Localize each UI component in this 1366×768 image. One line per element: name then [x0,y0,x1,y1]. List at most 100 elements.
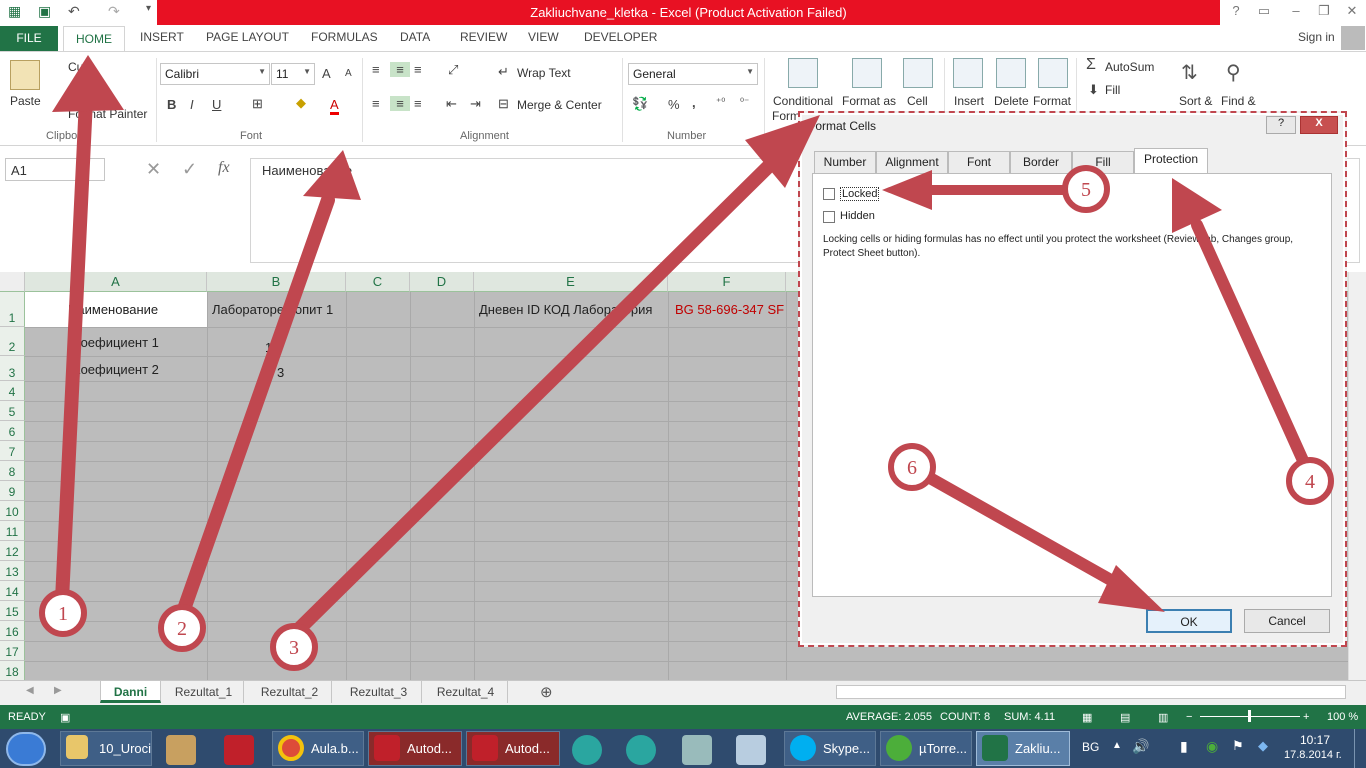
row-header[interactable]: 6 [0,421,25,441]
conditional-formatting-button[interactable]: Conditional [773,94,833,108]
paste-button[interactable]: Paste [10,94,41,108]
tab-home[interactable]: HOME [63,26,125,52]
calculator-icon[interactable] [682,735,712,765]
increase-indent-icon[interactable]: ⇥ [470,96,481,112]
col-header-b[interactable]: B [207,272,346,292]
cell-a1[interactable]: Наименование [68,302,158,317]
language-indicator[interactable]: BG [1082,740,1099,754]
align-middle-icon[interactable]: ≡ [390,62,410,77]
align-center-icon[interactable]: ≡ [390,96,410,111]
row-header[interactable]: 16 [0,621,25,641]
decrease-decimal-icon[interactable]: ⁰⁻ [740,97,749,108]
start-button[interactable] [6,732,46,766]
font-color-button[interactable]: A [330,97,339,115]
cell-f1[interactable]: BG 58-696-347 SF [675,302,784,317]
redo-icon[interactable]: ↷ [108,3,120,20]
decrease-indent-icon[interactable]: ⇤ [446,96,457,112]
row-header[interactable]: 18 [0,661,25,680]
tab-fill[interactable]: Fill [1072,151,1134,174]
align-top-icon[interactable]: ≡ [372,62,380,77]
network-icon[interactable]: ▮ [1180,738,1188,755]
format-cells-button[interactable]: Format [1033,94,1071,108]
row-header[interactable]: 10 [0,501,25,521]
row-header[interactable]: 3 [0,356,25,381]
format-as-table-button[interactable]: Format as [842,94,896,108]
increase-decimal-icon[interactable]: ⁺⁰ [716,97,725,108]
insert-cells-button[interactable]: Insert [954,94,984,108]
sheet-tab-danni[interactable]: Danni [100,681,161,703]
ribbon-display-icon[interactable]: ▭ [1254,3,1274,21]
delete-cells-button[interactable]: Delete [994,94,1029,108]
ok-button[interactable]: OK [1146,609,1232,633]
page-break-view-icon[interactable]: ▥ [1158,711,1168,724]
row-header[interactable]: 4 [0,381,25,401]
row-header[interactable]: 5 [0,401,25,421]
sign-in-link[interactable]: Sign in [1298,30,1335,44]
row-header[interactable]: 1 [0,292,25,327]
cell-b3[interactable]: 3 [277,365,284,380]
merge-center-button[interactable]: Merge & Center [517,98,602,112]
cell-a3[interactable]: Коефициент 2 [73,362,159,377]
normal-view-icon[interactable]: ▦ [1082,711,1092,724]
fill-button[interactable]: Fill [1105,83,1120,97]
cell-e1[interactable]: Дневен ID КОД Лаборатория [479,302,667,317]
row-header[interactable]: 9 [0,481,25,501]
select-all-corner[interactable] [0,272,25,292]
tab-data[interactable]: DATA [400,30,430,44]
orientation-icon[interactable]: ⤢ [448,62,458,78]
row-header[interactable]: 12 [0,541,25,561]
dialog-help-button[interactable]: ? [1266,116,1296,134]
help-icon[interactable]: ? [1226,3,1246,21]
zoom-level[interactable]: 100 % [1327,711,1358,723]
scroll-left-icon[interactable]: ◀ [26,685,34,696]
avatar[interactable] [1341,26,1365,50]
tab-font[interactable]: Font [948,151,1010,174]
number-format-combo[interactable]: General ▼ [628,63,758,85]
font-name-combo[interactable]: Calibri ▼ [160,63,270,85]
wrap-text-button[interactable]: Wrap Text [517,66,571,80]
tab-border[interactable]: Border [1010,151,1072,174]
restore-icon[interactable]: ❐ [1314,3,1334,21]
row-header[interactable]: 2 [0,327,25,356]
dropbox-icon[interactable]: ◆ [1258,738,1268,754]
locked-checkbox[interactable] [823,188,835,200]
row-header[interactable]: 17 [0,641,25,661]
tab-formulas[interactable]: FORMULAS [311,30,378,44]
font-size-combo[interactable]: 11 ▼ [271,63,315,85]
undo-icon[interactable]: ↶ [68,3,80,20]
zoom-out-icon[interactable]: − [1186,711,1192,723]
row-header[interactable]: 15 [0,601,25,621]
tab-view[interactable]: VIEW [528,30,559,44]
copy-button[interactable]: C [68,84,77,98]
utorrent-tray-icon[interactable]: ◉ [1206,738,1218,755]
scroll-right-icon[interactable]: ▶ [54,685,62,696]
col-header-e[interactable]: E [474,272,668,292]
underline-button[interactable]: U [212,97,221,112]
tab-number[interactable]: Number [814,151,876,174]
cell-b1[interactable]: Лабораторен опит 1 [212,302,344,317]
cell-styles-button[interactable]: Cell [907,94,928,108]
cancel-icon[interactable]: ✕ [146,159,161,180]
hidden-checkbox[interactable] [823,211,835,223]
sheet-tab-rezultat-3[interactable]: Rezultat_3 [336,681,422,703]
autosum-button[interactable]: AutoSum [1105,60,1154,74]
row-header[interactable]: 13 [0,561,25,581]
sheet-tab-rezultat-4[interactable]: Rezultat_4 [424,681,508,703]
macro-record-icon[interactable]: ▣ [60,711,70,724]
col-header-f[interactable]: F [668,272,786,292]
vertical-scrollbar[interactable] [1348,272,1366,680]
recycle-icon-2[interactable] [626,735,656,765]
dialog-close-button[interactable]: X [1300,116,1338,134]
cancel-button[interactable]: Cancel [1244,609,1330,633]
action-center-flag-icon[interactable]: ⚑ [1232,738,1244,754]
tab-alignment[interactable]: Alignment [876,151,948,174]
clock-time[interactable]: 10:17 [1300,733,1330,747]
hidden-label[interactable]: Hidden [840,210,875,222]
paste-icon[interactable] [10,60,40,90]
enter-icon[interactable]: ✓ [182,159,197,180]
borders-icon[interactable]: ⊞ [252,96,263,112]
locked-label[interactable]: Locked [840,187,880,201]
tab-review[interactable]: REVIEW [460,30,507,44]
align-left-icon[interactable]: ≡ [372,96,380,111]
currency-icon[interactable]: 💱 [632,96,648,112]
